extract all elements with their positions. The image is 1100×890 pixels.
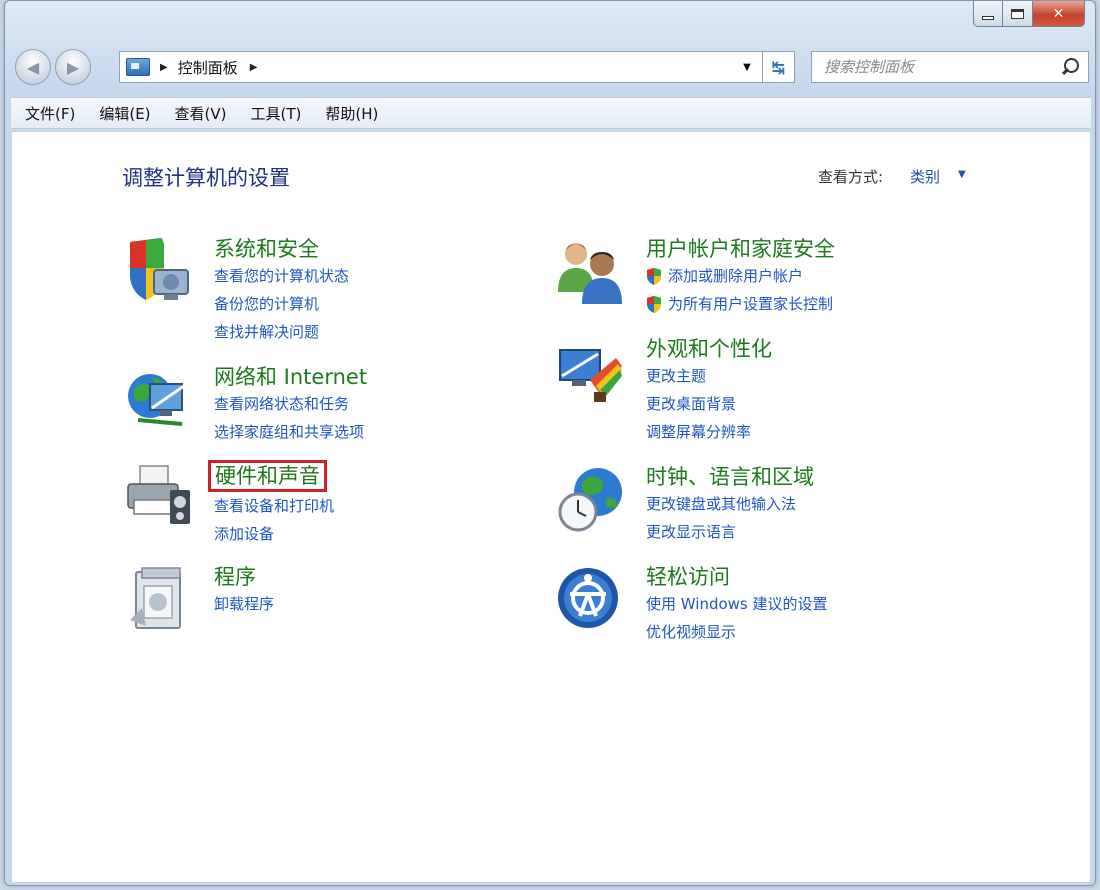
ease-of-access-icon[interactable]	[556, 564, 626, 634]
menu-tools[interactable]: 工具(T)	[251, 103, 302, 124]
address-dropdown-icon[interactable]: ▼	[736, 52, 758, 82]
category-link[interactable]: 选择家庭组和共享选项	[214, 418, 554, 446]
control-panel-icon	[126, 58, 150, 76]
category-link[interactable]: 查看设备和打印机	[214, 492, 554, 520]
search-box[interactable]	[811, 51, 1089, 83]
close-button[interactable]: ✕	[1033, 1, 1085, 27]
view-mode-dropdown[interactable]: 类别	[910, 166, 940, 187]
uac-shield-icon	[647, 267, 661, 285]
maximize-button[interactable]	[1003, 1, 1033, 27]
users-icon[interactable]	[556, 236, 626, 306]
category-text: 轻松访问 使用 Windows 建议的设置 优化视频显示	[646, 564, 986, 646]
breadcrumb-arrow-icon[interactable]: ▶	[160, 62, 168, 73]
category-title[interactable]: 时钟、语言和区域	[646, 464, 814, 490]
category-text: 外观和个性化 更改主题 更改桌面背景 调整屏幕分辨率	[646, 336, 986, 446]
caption-buttons: ✕	[973, 1, 1085, 27]
menu-bar: 文件(F) 编辑(E) 查看(V) 工具(T) 帮助(H)	[11, 97, 1091, 129]
printer-icon[interactable]	[124, 460, 194, 530]
programs-icon[interactable]	[124, 564, 194, 634]
control-panel-window: ✕ ◀ ▶ ▶ 控制面板 ▶ ▼ ↹ 文件(F) 编辑(E) 查看(V) 工	[4, 0, 1096, 886]
view-mode-arrow-icon[interactable]: ▼	[958, 169, 966, 180]
category-title[interactable]: 用户帐户和家庭安全	[646, 236, 835, 262]
refresh-icon: ↹	[771, 57, 786, 77]
category-text: 硬件和声音 查看设备和打印机 添加设备	[208, 460, 554, 548]
category-text: 用户帐户和家庭安全 添加或删除用户帐户 为所有用户设置家长控制	[646, 236, 986, 318]
menu-edit[interactable]: 编辑(E)	[99, 103, 150, 124]
back-arrow-icon: ◀	[26, 57, 40, 77]
category-link[interactable]: 使用 Windows 建议的设置	[646, 590, 986, 618]
minimize-icon	[982, 15, 994, 20]
category-link[interactable]: 卸载程序	[214, 590, 554, 618]
menu-file[interactable]: 文件(F)	[25, 103, 75, 124]
refresh-button[interactable]: ↹	[762, 51, 794, 83]
content-area: 调整计算机的设置 查看方式: 类别 ▼ 系统和安全 查看您的计算机状态 备份您的…	[11, 131, 1091, 883]
category-title[interactable]: 轻松访问	[646, 564, 730, 590]
category-link-text[interactable]: 添加或删除用户帐户	[668, 262, 803, 290]
category-link[interactable]: 查找并解决问题	[214, 318, 554, 346]
close-icon: ✕	[1052, 5, 1065, 22]
category-link[interactable]: 添加或删除用户帐户	[646, 262, 986, 290]
menu-help[interactable]: 帮助(H)	[325, 103, 378, 124]
category-title[interactable]: 网络和 Internet	[214, 364, 367, 390]
category-link[interactable]: 更改主题	[646, 362, 986, 390]
forward-button[interactable]: ▶	[55, 49, 91, 85]
search-input[interactable]	[824, 58, 1054, 76]
address-bar[interactable]: ▶ 控制面板 ▶ ▼ ↹	[119, 51, 795, 83]
category-link[interactable]: 调整屏幕分辨率	[646, 418, 986, 446]
category-link[interactable]: 更改桌面背景	[646, 390, 986, 418]
navigation-bar: ◀ ▶ ▶ 控制面板 ▶ ▼ ↹	[13, 47, 1089, 87]
category-link[interactable]: 查看您的计算机状态	[214, 262, 554, 290]
maximize-icon	[1011, 8, 1024, 19]
breadcrumb-control-panel[interactable]: 控制面板	[178, 57, 238, 78]
page-title: 调整计算机的设置	[122, 166, 290, 190]
category-link[interactable]: 添加设备	[214, 520, 554, 548]
category-link-text[interactable]: 为所有用户设置家长控制	[668, 290, 833, 318]
category-link[interactable]: 备份您的计算机	[214, 290, 554, 318]
menu-view[interactable]: 查看(V)	[175, 103, 227, 124]
category-link[interactable]: 优化视频显示	[646, 618, 986, 646]
category-text: 系统和安全 查看您的计算机状态 备份您的计算机 查找并解决问题	[214, 236, 554, 346]
category-link[interactable]: 更改显示语言	[646, 518, 986, 546]
minimize-button[interactable]	[973, 1, 1003, 27]
category-title[interactable]: 外观和个性化	[646, 336, 772, 362]
view-mode-label: 查看方式:	[818, 168, 884, 186]
shield-computer-icon[interactable]	[124, 236, 194, 306]
category-title-highlighted[interactable]: 硬件和声音	[208, 460, 327, 492]
appearance-icon[interactable]	[556, 336, 626, 406]
category-text: 时钟、语言和区域 更改键盘或其他输入法 更改显示语言	[646, 464, 986, 546]
search-icon[interactable]	[1062, 58, 1079, 76]
back-button[interactable]: ◀	[15, 49, 51, 85]
category-link[interactable]: 更改键盘或其他输入法	[646, 490, 986, 518]
breadcrumb-arrow-icon[interactable]: ▶	[250, 62, 258, 73]
clock-globe-icon[interactable]	[556, 464, 626, 534]
category-link[interactable]: 为所有用户设置家长控制	[646, 290, 986, 318]
category-title[interactable]: 系统和安全	[214, 236, 319, 262]
category-text: 网络和 Internet 查看网络状态和任务 选择家庭组和共享选项	[214, 364, 554, 446]
category-title[interactable]: 程序	[214, 564, 256, 590]
uac-shield-icon	[647, 295, 661, 313]
network-globe-icon[interactable]	[124, 364, 194, 434]
category-link[interactable]: 查看网络状态和任务	[214, 390, 554, 418]
forward-arrow-icon: ▶	[66, 57, 80, 77]
category-text: 程序 卸载程序	[214, 564, 554, 618]
